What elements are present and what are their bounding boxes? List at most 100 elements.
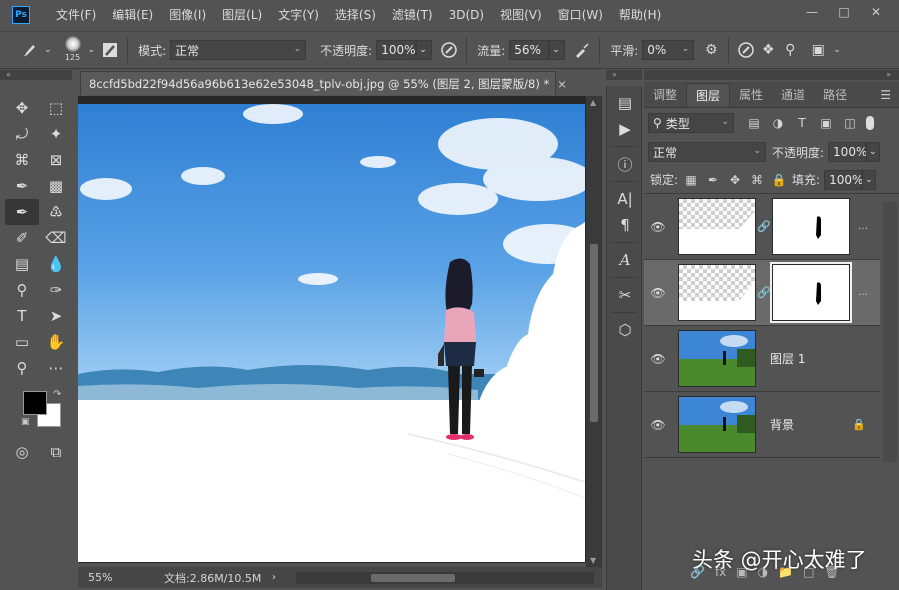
marquee-tool-icon[interactable]: ⬚ [39,95,73,121]
close-icon[interactable]: ✕ [861,2,891,22]
menu-image[interactable]: 图像(I) [161,0,214,30]
brush-preset-picker[interactable]: 125 [62,36,84,64]
magic-wand-tool-icon[interactable]: ✦ [39,121,73,147]
menu-select[interactable]: 选择(S) [327,0,384,30]
layer-options-icon[interactable]: … [858,287,868,298]
layer-name[interactable]: 背景 [770,416,794,433]
healing-tool-icon[interactable]: ▩ [39,173,73,199]
tab-layers[interactable]: 图层 [686,83,731,107]
menu-help[interactable]: 帮助(H) [611,0,669,30]
mask-link-icon[interactable]: 🔗 [756,286,772,299]
layer-opacity-input[interactable]: 100% [828,142,867,162]
menu-view[interactable]: 视图(V) [492,0,550,30]
maximize-icon[interactable]: □ [829,2,859,22]
screen-mode-icon[interactable]: ⧉ [39,439,73,465]
brush-tool-preset-icon[interactable] [18,39,40,61]
eye-icon[interactable]: 👁 [644,418,672,432]
lock-all-icon[interactable]: 🔒 [768,173,790,187]
lock-image-icon[interactable]: ✒ [702,173,724,187]
layer-opacity-dropdown-icon[interactable]: ⌄ [866,142,881,162]
layer-row[interactable]: 👁 🔗 … [644,260,880,326]
pressure-size-icon[interactable] [735,39,757,61]
layer-thumbnail[interactable] [678,264,756,321]
layer-name[interactable]: 图层 1 [770,350,805,367]
document-size-info[interactable]: 文档:2.86M/10.5M [128,570,268,586]
tab-paths[interactable]: 路径 [814,83,856,107]
brush-settings-icon[interactable] [99,39,121,61]
layer-thumbnail[interactable] [678,198,756,255]
filter-type-icon[interactable]: T [792,116,812,130]
menu-3d[interactable]: 3D(D) [441,0,492,30]
history-panel-icon[interactable]: ▤ [607,90,643,116]
horizontal-scrollbar[interactable] [296,571,594,584]
crop-tool-icon[interactable]: ⌘ [5,147,39,173]
toolbox-collapse-strip[interactable]: « [0,70,72,80]
pen-tool-icon[interactable]: ✑ [39,277,73,303]
opacity-input[interactable]: 100% [376,40,417,60]
flow-input[interactable]: 56% [509,40,550,60]
status-menu-chevron-icon[interactable]: › [272,572,276,583]
brush-tool-icon[interactable]: ✒ [5,199,39,225]
dodge-tool-icon[interactable]: ⚲ [5,277,39,303]
quick-mask-icon[interactable]: ◎ [5,439,39,465]
panel-menu-icon[interactable]: ☰ [880,88,891,102]
hand-tool-icon[interactable]: ✋ [39,329,73,355]
layers-scrollbar[interactable] [883,202,897,462]
layer-mask-thumbnail[interactable] [772,198,850,255]
foreground-color-swatch[interactable] [23,391,47,415]
flow-dropdown-icon[interactable]: ⌄ [549,40,566,60]
eye-icon[interactable]: 👁 [644,220,672,234]
brush-dropdown-icon[interactable]: ⌄ [88,45,96,55]
layer-mask-thumbnail[interactable] [770,262,852,323]
close-document-icon[interactable]: × [557,77,567,91]
history-brush-tool-icon[interactable]: ✐ [5,225,39,251]
eyedropper-tool-icon[interactable]: ✒ [5,173,39,199]
actions-play-icon[interactable]: ▶ [607,116,643,142]
more-tools-icon[interactable]: ⋯ [39,355,73,381]
type-tool-icon[interactable]: T [5,303,39,329]
paragraph-panel-icon[interactable]: ¶ [607,212,643,238]
layer-row[interactable]: 👁 🔗 … [644,194,880,260]
fill-dropdown-icon[interactable]: ⌄ [862,169,877,190]
tab-adjustments[interactable]: 调整 [644,83,686,107]
tab-channels[interactable]: 通道 [772,83,814,107]
filter-adjustment-icon[interactable]: ◑ [768,116,788,130]
lock-artboard-icon[interactable]: ⌘ [746,173,768,187]
eye-icon[interactable]: 👁 [644,352,672,366]
clone-stamp-tool-icon[interactable]: ♳ [39,199,73,225]
info-panel-icon[interactable]: ⓘ [607,151,643,177]
workspace-dropdown-icon[interactable]: ⌄ [833,45,841,55]
smoothing-settings-gear-icon[interactable]: ⚙ [700,39,722,61]
lock-transparent-icon[interactable]: ▦ [680,173,702,187]
pressure-opacity-icon[interactable] [438,39,460,61]
horizontal-scroll-thumb[interactable] [371,573,455,582]
mask-link-icon[interactable]: 🔗 [756,220,772,233]
filter-smart-object-icon[interactable]: ◫ [840,116,860,130]
workspace-icon[interactable]: ▣ [807,39,829,61]
preset-dropdown-icon[interactable]: ⌄ [44,45,52,55]
menu-layer[interactable]: 图层(L) [214,0,270,30]
eraser-tool-icon[interactable]: ⌫ [39,225,73,251]
filter-shape-icon[interactable]: ▣ [816,116,836,130]
opacity-dropdown-icon[interactable]: ⌄ [416,40,433,60]
lock-position-icon[interactable]: ✥ [724,173,746,187]
minimize-icon[interactable]: — [797,2,827,22]
tool-presets-icon[interactable]: ✂ [607,282,643,308]
rectangle-tool-icon[interactable]: ▭ [5,329,39,355]
glyphs-panel-icon[interactable]: A [607,247,643,273]
eye-icon[interactable]: 👁 [644,286,672,300]
menu-edit[interactable]: 编辑(E) [104,0,161,30]
layer-row[interactable]: 👁 图层 1 [644,326,880,392]
layer-options-icon[interactable]: … [858,221,868,232]
zoom-tool-icon[interactable]: ⚲ [5,355,39,381]
vertical-scrollbar[interactable]: ▲ ▼ [586,96,602,567]
symmetry-icon[interactable]: ❖ [757,39,779,61]
3d-panel-icon[interactable]: ⬡ [607,317,643,343]
canvas[interactable] [78,104,585,562]
swap-colors-icon[interactable]: ↷ [53,389,61,400]
path-selection-tool-icon[interactable]: ➤ [39,303,73,329]
vertical-scroll-thumb[interactable] [590,244,598,422]
smoothing-input[interactable]: 0% ⌄ [642,40,695,60]
frame-tool-icon[interactable]: ⊠ [39,147,73,173]
menu-type[interactable]: 文字(Y) [270,0,327,30]
